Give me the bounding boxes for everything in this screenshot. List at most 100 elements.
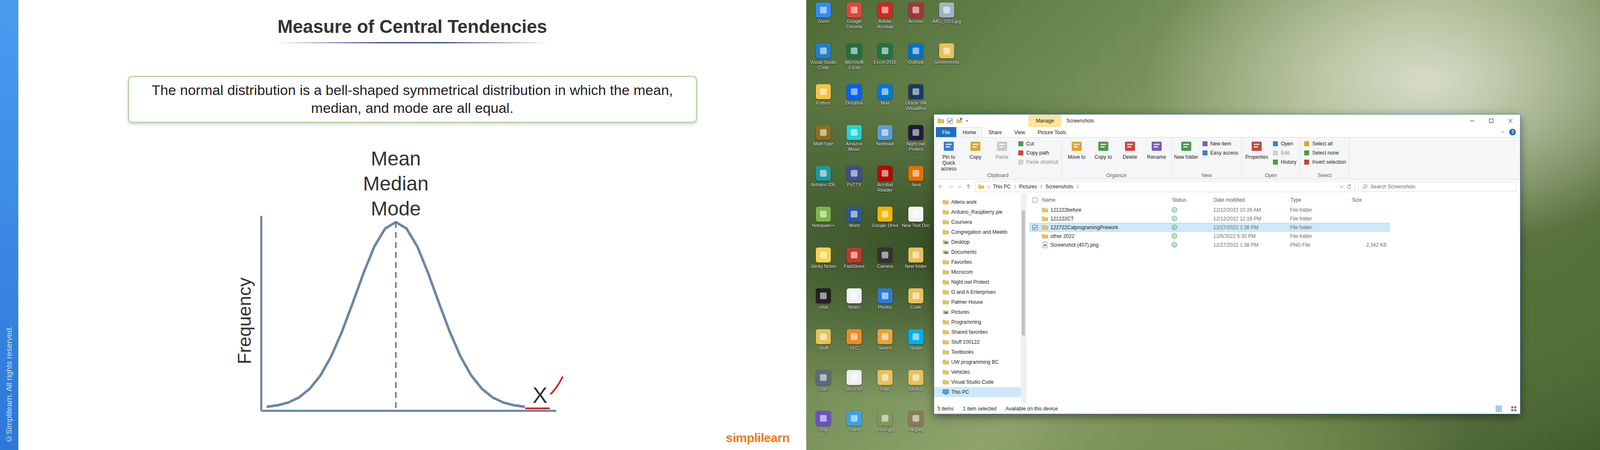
- desktop-icon[interactable]: Adobe Acrobat: [869, 0, 901, 41]
- desktop-icon[interactable]: Sketch: [869, 326, 901, 368]
- desktop-icon[interactable]: Excel 2016: [869, 40, 901, 82]
- ribbon-large-button[interactable]: Paste: [989, 138, 1015, 172]
- ribbon-large-button[interactable]: Copy to: [1090, 138, 1117, 172]
- ribbon-small-button[interactable]: Open: [1272, 139, 1297, 148]
- back-arrow-icon[interactable]: [937, 183, 945, 190]
- desktop-icon[interactable]: cmd: [807, 285, 839, 327]
- breadcrumb[interactable]: Pictures: [1019, 183, 1038, 190]
- ribbon-large-button[interactable]: Move to: [1063, 138, 1090, 172]
- desktop-icon[interactable]: Skype: [900, 326, 932, 368]
- nav-item[interactable]: Congregation and Meetin: [934, 227, 1021, 238]
- nav-item[interactable]: Night owl Protect: [934, 277, 1021, 288]
- history-caret-icon[interactable]: [1339, 184, 1345, 190]
- desktop-icon[interactable]: Screenshots: [931, 40, 963, 82]
- ribbon-small-button[interactable]: History: [1272, 157, 1297, 167]
- forward-arrow-icon[interactable]: [947, 183, 955, 190]
- ribbon-tab[interactable]: Home: [956, 127, 983, 138]
- desktop-icon[interactable]: Notepad: [869, 122, 901, 164]
- desktop-icon[interactable]: Outlook: [900, 40, 932, 82]
- desktop-icon[interactable]: IMG_2201.jpg: [931, 0, 963, 41]
- nav-item[interactable]: O and A Enterprises: [934, 287, 1021, 298]
- select-all-checkbox[interactable]: [1032, 197, 1038, 203]
- address-bar[interactable]: This PC Pictures Screenshots: [975, 181, 1355, 193]
- file-row[interactable]: 122722CalprogramingPrework12/27/2022 1:3…: [1029, 222, 1390, 232]
- desktop-icon[interactable]: Arduino IDE: [807, 163, 839, 205]
- desktop-icon[interactable]: Google Drive: [869, 204, 901, 245]
- desktop-icon[interactable]: Notepad++: [807, 204, 839, 245]
- details-view-icon[interactable]: [1495, 405, 1502, 412]
- ribbon-large-button[interactable]: Delete: [1117, 138, 1143, 172]
- nav-item[interactable]: Programming: [934, 317, 1021, 328]
- desktop-icon[interactable]: Google Chrome: [838, 0, 870, 41]
- desktop-icon[interactable]: Mail: [869, 81, 901, 123]
- desktop-icon[interactable]: PuTTY: [838, 163, 870, 205]
- desktop-icon[interactable]: Calc: [807, 367, 839, 409]
- desktop-icon[interactable]: Stuff: [807, 326, 839, 368]
- desktop-icon[interactable]: Zoom: [807, 0, 839, 41]
- refresh-icon[interactable]: [1346, 183, 1353, 190]
- desktop-icon[interactable]: Microsoft Excel: [838, 40, 870, 82]
- desktop-icon[interactable]: FastStone: [838, 245, 870, 286]
- desktop-icon[interactable]: New folder: [900, 245, 932, 286]
- ribbon-small-button[interactable]: Easy access: [1201, 148, 1239, 158]
- breadcrumb[interactable]: Screenshots: [1045, 183, 1074, 190]
- ribbon-small-button[interactable]: Invert selection: [1303, 157, 1346, 167]
- nav-item[interactable]: UW programming BC: [934, 357, 1021, 368]
- ribbon-tab[interactable]: File: [935, 127, 957, 138]
- file-row[interactable]: 121222before12/12/2022 10:26 AMFile fold…: [1029, 205, 1390, 215]
- tiles-view-icon[interactable]: [1510, 405, 1517, 412]
- nav-item[interactable]: Favorites: [934, 257, 1021, 268]
- desktop-icon[interactable]: docs.txt: [838, 367, 870, 409]
- ribbon-tab[interactable]: View: [1007, 127, 1032, 138]
- file-row[interactable]: Screenshot (407).png12/27/2022 1:38 PMPN…: [1029, 240, 1390, 250]
- row-checkbox[interactable]: [1032, 225, 1038, 230]
- ribbon-small-button[interactable]: Cut: [1017, 139, 1059, 148]
- breadcrumb[interactable]: This PC: [992, 183, 1011, 190]
- nav-item[interactable]: Allens work: [934, 197, 1021, 208]
- minimize-button[interactable]: [1462, 114, 1482, 128]
- ribbon-small-button[interactable]: New item: [1201, 139, 1239, 148]
- up-arrow-icon[interactable]: [965, 183, 972, 190]
- nav-item[interactable]: Palmer House: [934, 297, 1021, 308]
- select-all-cell[interactable]: [1030, 197, 1040, 203]
- nav-item[interactable]: Documents: [934, 247, 1021, 258]
- desktop-icon[interactable]: Oracle VM VirtualBox: [900, 81, 932, 123]
- nav-item[interactable]: Arduino_Raspberry pie: [934, 207, 1021, 218]
- desktop-icon[interactable]: Paint: [838, 408, 870, 450]
- desktop-icon[interactable]: Code: [900, 285, 932, 327]
- manage-context-tab[interactable]: Manage: [1028, 114, 1062, 128]
- desktop-icon[interactable]: Backup: [900, 367, 932, 409]
- desktop-icon[interactable]: Sticky Notes: [807, 245, 839, 286]
- properties-icon[interactable]: [946, 117, 954, 125]
- desktop-icon[interactable]: Dropbox: [838, 81, 870, 123]
- desktop-icon[interactable]: Python: [807, 81, 839, 123]
- desktop-icon[interactable]: Word: [838, 204, 870, 245]
- nav-item[interactable]: Desktop: [934, 237, 1021, 248]
- scrollbar-thumb[interactable]: [1021, 210, 1025, 336]
- expand-ribbon-icon[interactable]: [1500, 129, 1505, 135]
- ribbon-small-button[interactable]: Edit: [1272, 148, 1297, 158]
- desktop-icon[interactable]: VLC: [838, 326, 870, 368]
- desktop-icon[interactable]: Logs: [869, 367, 901, 409]
- ribbon-small-button[interactable]: Select all: [1303, 139, 1346, 148]
- customize-caret-icon[interactable]: [965, 117, 970, 125]
- column-header[interactable]: Name: [1040, 197, 1170, 203]
- close-button[interactable]: [1500, 114, 1520, 128]
- ribbon-tab[interactable]: Share: [982, 127, 1008, 138]
- desktop-icon[interactable]: Photos: [869, 285, 901, 327]
- nav-item[interactable]: Textbooks: [934, 347, 1021, 358]
- desktop-icon[interactable]: Access: [900, 0, 932, 41]
- ribbon-large-button[interactable]: New folder: [1173, 138, 1200, 172]
- nav-item[interactable]: Coursera: [934, 217, 1021, 228]
- ribbon-small-button[interactable]: Select none: [1303, 148, 1346, 158]
- nav-item[interactable]: Microcom: [934, 267, 1021, 278]
- desktop-icon[interactable]: Night owl Protect: [900, 122, 932, 164]
- desktop-icon[interactable]: Amazon Music: [838, 122, 870, 164]
- help-button[interactable]: ?: [1509, 128, 1516, 136]
- desktop-icon[interactable]: Visual Studio Code: [807, 40, 839, 82]
- ribbon-large-button[interactable]: Rename: [1143, 138, 1170, 172]
- column-header[interactable]: Status: [1170, 197, 1212, 203]
- nav-item[interactable]: Shared favorites: [934, 327, 1021, 338]
- column-header[interactable]: Date modified: [1211, 197, 1289, 203]
- desktop-icon[interactable]: cat.jpeg: [900, 408, 932, 450]
